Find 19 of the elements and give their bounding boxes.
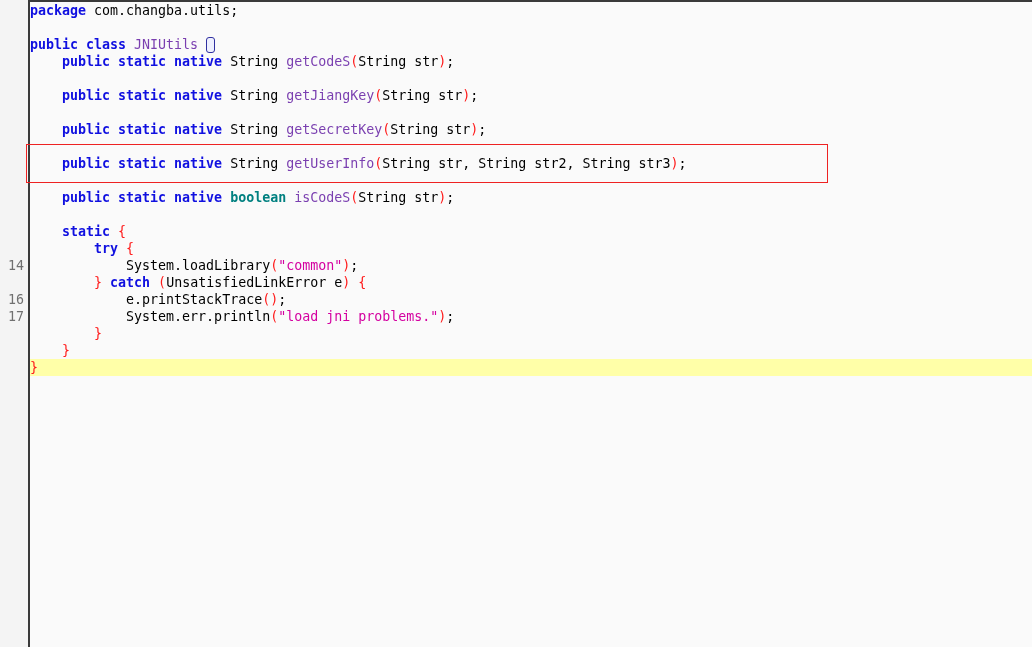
code-line: public static native boolean isCodeS(String str); [61,189,455,206]
code-line: System.err.println("load jni problems."); [125,308,455,325]
code-line: System.loadLibrary("common"); [125,257,359,274]
code-line: public class JNIUtils [30,36,200,53]
code-line: } [30,359,38,376]
code-line: package com.changba.utils; [30,2,239,19]
code-line: try { [93,240,135,257]
code-line: } catch (UnsatisfiedLinkError e) { [93,274,367,291]
code-line: } [61,342,71,359]
code-line: public static native String getSecretKey(String str); [61,121,487,138]
line-number: 14 [8,257,24,274]
code-line: static { [61,223,127,240]
code-line: public static native String getUserInfo(String str, String str2, String str3); [61,155,687,172]
code-line: e.printStackTrace(); [125,291,287,308]
code-line: public static native String getJiangKey(String str); [61,87,479,104]
code-line: } [93,325,103,342]
line-number: 16 [8,291,24,308]
line-number: 17 [8,308,24,325]
code-line: public static native String getCodeS(String str); [61,53,455,70]
